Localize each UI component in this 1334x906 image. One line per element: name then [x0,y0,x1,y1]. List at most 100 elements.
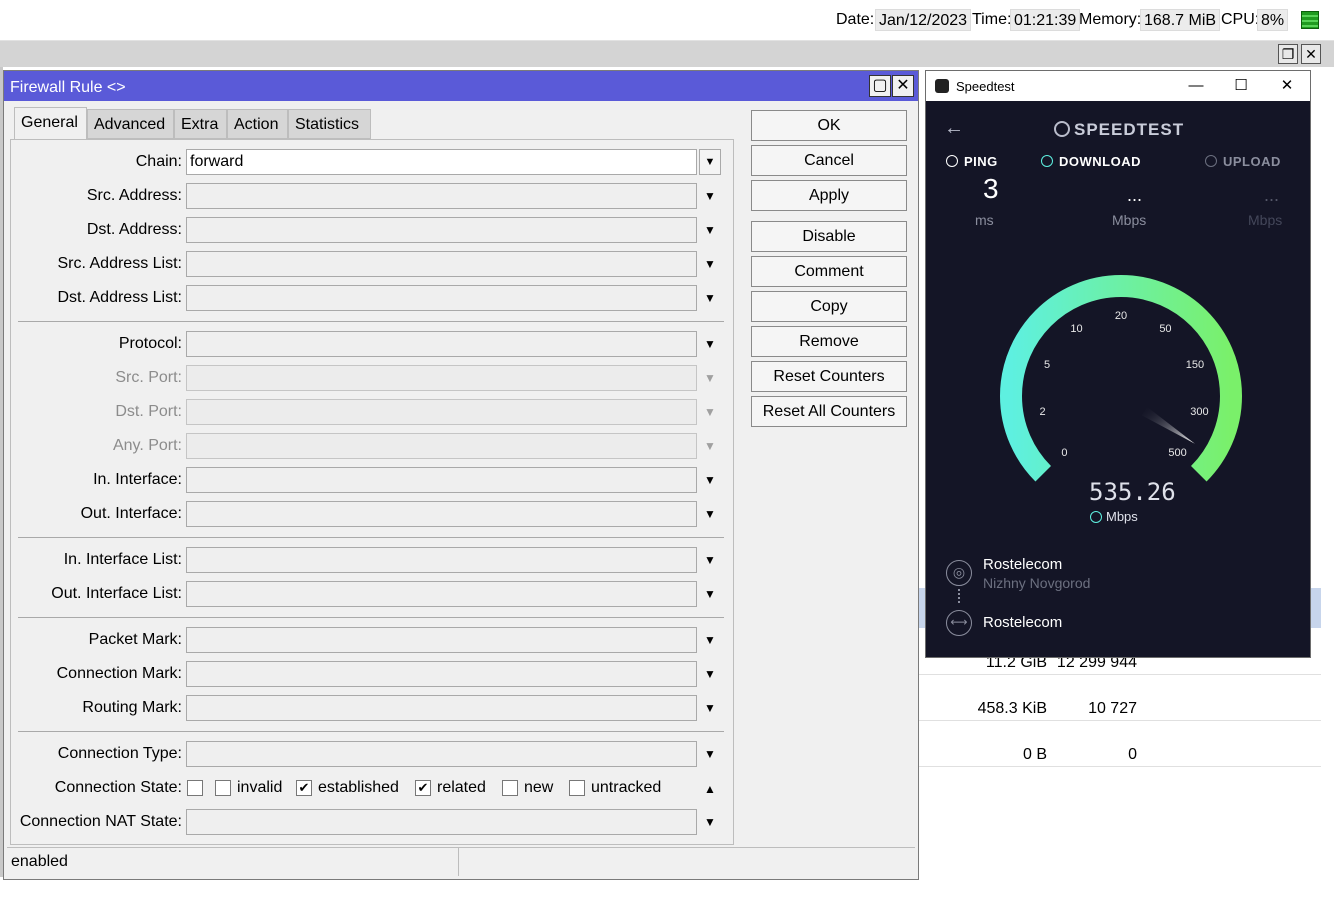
back-arrow-icon[interactable]: ← [944,117,964,140]
chevron-down-icon[interactable]: ▼ [703,337,717,351]
server-icon: ⟷ [946,610,972,636]
in-interface-input[interactable] [186,467,697,493]
separator [18,321,724,322]
connection-mark-label: Connection Mark: [56,665,182,682]
chevron-down-icon[interactable]: ▼ [703,189,717,203]
src-address-input[interactable] [186,183,697,209]
close-icon[interactable]: ✕ [1277,76,1297,96]
comment-button[interactable]: Comment [751,256,907,287]
upload-icon [1205,155,1217,167]
chevron-down-icon[interactable]: ▼ [703,473,717,487]
memory-label: Memory: [1079,11,1142,28]
speedtest-titlebar[interactable]: Speedtest — ☐ ✕ [926,71,1310,101]
speed-gauge [1000,275,1242,482]
dialog-titlebar[interactable]: Firewall Rule <> ▢ ✕ [4,71,918,101]
remove-button[interactable]: Remove [751,326,907,357]
separator [18,537,724,538]
firewall-rule-dialog: Firewall Rule <> ▢ ✕ General Advanced Ex… [3,70,919,880]
tab-general[interactable]: General [14,107,87,141]
protocol-input[interactable] [186,331,697,357]
minimize-icon[interactable]: — [1186,76,1206,96]
connection-type-label: Connection Type: [57,745,182,762]
gauge-tick-label: 50 [1159,323,1172,336]
date-label: Date: [836,11,875,28]
chevron-down-icon[interactable]: ▼ [703,815,717,829]
current-speed-unit: Mbps [1106,509,1138,524]
tab-extra[interactable]: Extra [174,109,227,139]
copy-button[interactable]: Copy [751,291,907,322]
chevron-down-icon[interactable]: ▼ [703,291,717,305]
tab-statistics[interactable]: Statistics [288,109,371,139]
dst-port-label: Dst. Port: [115,403,182,420]
dst-address-list-input[interactable] [186,285,697,311]
current-speed-value: 535.26 [1089,478,1176,506]
in-interface-list-input[interactable] [186,547,697,573]
connection-type-input[interactable] [186,741,697,767]
state-not-checkbox[interactable] [187,780,203,796]
connector-dots [958,589,962,603]
cancel-button[interactable]: Cancel [751,145,907,176]
disable-button[interactable]: Disable [751,221,907,252]
chevron-down-icon[interactable]: ▼ [703,553,717,567]
state-invalid-checkbox[interactable] [215,780,231,796]
tab-action[interactable]: Action [227,109,288,139]
close-icon[interactable]: ✕ [1301,44,1321,64]
chevron-down-icon[interactable]: ▼ [703,701,717,715]
state-new-checkbox[interactable] [502,780,518,796]
chain-input[interactable]: forward [186,149,697,175]
ok-button[interactable]: OK [751,110,907,141]
maximize-icon[interactable]: ☐ [1231,76,1251,96]
chevron-down-icon[interactable]: ▼ [703,747,717,761]
routing-mark-input[interactable] [186,695,697,721]
restore-icon[interactable]: ❐ [1278,44,1298,64]
dst-address-label: Dst. Address: [86,221,182,238]
cpu-label: CPU: [1221,11,1260,28]
chevron-down-icon[interactable]: ▼ [703,633,717,647]
gauge-tick-label: 2 [1039,405,1046,418]
packet-mark-input[interactable] [186,627,697,653]
server-name[interactable]: Rostelecom [983,614,1062,631]
gauge-tick-label: 500 [1168,446,1187,459]
state-related-checkbox[interactable]: ✔ [415,780,431,796]
time-value: 01:21:39 [1010,9,1081,31]
chevron-down-icon: ▼ [704,439,716,453]
speedtest-logo-icon [1054,121,1070,137]
isp-name[interactable]: Rostelecom [983,556,1062,573]
tab-advanced[interactable]: Advanced [87,109,174,139]
packets-cell: 0 [1128,746,1137,763]
src-port-label: Src. Port: [115,369,182,386]
gauge-tick-label: 5 [1044,359,1051,372]
reset-all-counters-button[interactable]: Reset All Counters [751,396,907,427]
maximize-icon[interactable]: ▢ [869,75,891,97]
src-address-list-input[interactable] [186,251,697,277]
state-untracked-checkbox[interactable] [569,780,585,796]
chain-dropdown-button[interactable]: ▼ [699,149,721,175]
dst-address-input[interactable] [186,217,697,243]
apply-button[interactable]: Apply [751,180,907,211]
chevron-down-icon[interactable]: ▼ [703,257,717,271]
separator [18,617,724,618]
out-interface-list-label: Out. Interface List: [51,585,182,602]
table-row[interactable]: 0 B 0 [917,744,1321,767]
chevron-down-icon[interactable]: ▼ [703,223,717,237]
close-icon[interactable]: ✕ [892,75,914,97]
speedtest-brand: SPEEDTEST [1074,120,1185,139]
chevron-up-icon[interactable]: ▲ [703,782,717,796]
state-established-checkbox[interactable]: ✔ [296,780,312,796]
src-address-label: Src. Address: [86,187,182,204]
connection-mark-input[interactable] [186,661,697,687]
speedtest-window: Speedtest — ☐ ✕ ← SPEEDTEST PING DOWNLOA… [925,70,1311,658]
ping-value: 3 [983,173,999,204]
packets-cell: 10 727 [1088,700,1137,717]
reset-counters-button[interactable]: Reset Counters [751,361,907,392]
chevron-down-icon[interactable]: ▼ [703,507,717,521]
out-interface-input[interactable] [186,501,697,527]
out-interface-list-input[interactable] [186,581,697,607]
download-icon [1090,511,1102,523]
chevron-down-icon[interactable]: ▼ [703,587,717,601]
connection-nat-state-input[interactable] [186,809,697,835]
routing-mark-label: Routing Mark: [82,699,182,716]
chevron-down-icon[interactable]: ▼ [703,667,717,681]
in-interface-list-label: In. Interface List: [63,551,182,568]
table-row[interactable]: 458.3 KiB 10 727 [917,698,1321,721]
